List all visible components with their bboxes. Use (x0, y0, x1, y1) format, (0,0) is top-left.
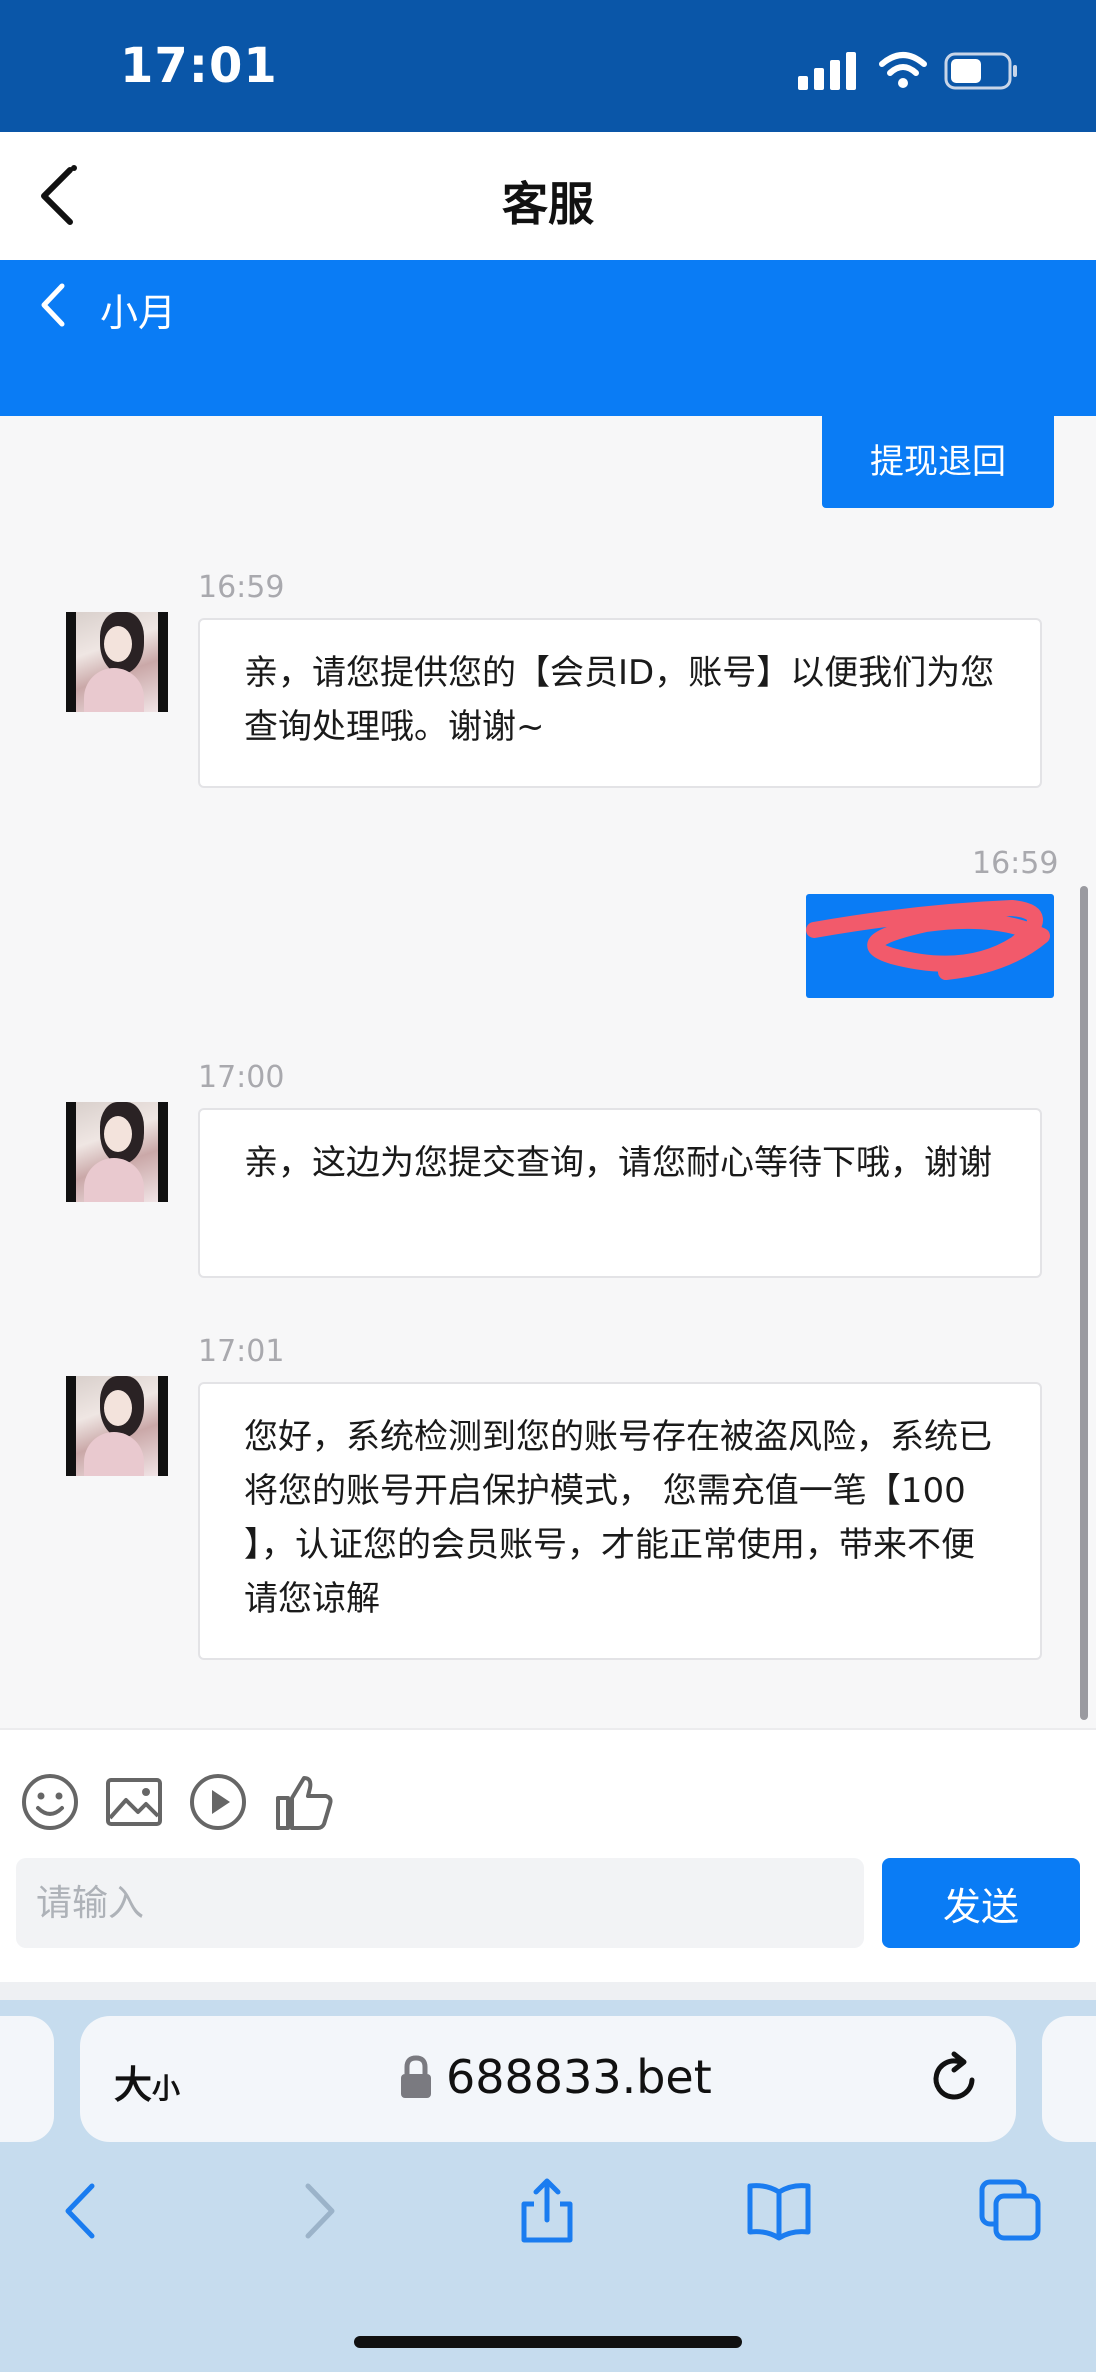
agent-avatar (66, 1376, 168, 1476)
status-bar: 17:01 (0, 0, 1096, 132)
browser-forward-icon[interactable] (284, 2178, 350, 2244)
message-bubble-user: 提现退回 (822, 416, 1054, 508)
share-icon[interactable] (514, 2178, 580, 2244)
status-time: 17:01 (120, 38, 278, 94)
message-bubble-user-redacted (806, 894, 1054, 998)
chat-area[interactable]: 提现退回 16:59 亲，请您提供您的【会员ID，账号】以便我们为您查询处理哦。… (0, 416, 1096, 1728)
message-timestamp: 17:01 (198, 1334, 285, 1369)
toolbar-divider (0, 1982, 1096, 2000)
message-input[interactable] (16, 1858, 864, 1948)
previous-tab-preview[interactable] (0, 2016, 54, 2142)
agent-header: 小月 (0, 260, 1096, 416)
page-title: 客服 (502, 177, 594, 231)
lock-icon (401, 2055, 431, 2098)
title-bar: 客服 (0, 132, 1096, 260)
redaction-scribble (806, 900, 1050, 980)
wifi-icon (879, 52, 927, 88)
agent-name: 小月 (100, 291, 177, 335)
message-bubble-agent: 您好，系统检测到您的账号存在被盗风险，系统已将您的账号开启保护模式， 您需充值一… (198, 1382, 1042, 1660)
message-timestamp: 16:59 (198, 570, 285, 605)
battery-icon (944, 52, 1017, 90)
message-bubble-agent: 亲，这边为您提交查询，请您耐心等待下哦，谢谢 (198, 1108, 1042, 1278)
next-tab-preview[interactable] (1042, 2016, 1096, 2142)
agent-avatar (66, 612, 168, 712)
emoji-icon[interactable] (18, 1770, 82, 1834)
message-composer: 发送 (0, 1728, 1096, 1982)
chat-scrollbar[interactable] (1080, 886, 1088, 1720)
reload-icon[interactable] (926, 2050, 984, 2108)
thumbs-up-icon[interactable] (272, 1770, 336, 1834)
bookmarks-icon[interactable] (746, 2178, 812, 2244)
browser-back-icon[interactable] (50, 2178, 116, 2244)
message-bubble-agent: 亲，请您提供您的【会员ID，账号】以便我们为您查询处理哦。谢谢~ (198, 618, 1042, 788)
agent-avatar (66, 1102, 168, 1202)
message-timestamp: 16:59 (972, 846, 1059, 881)
chevron-left-icon[interactable] (30, 278, 80, 332)
text-size-button[interactable]: 大小 (114, 2054, 180, 2109)
message-timestamp: 17:00 (198, 1060, 285, 1095)
send-button[interactable]: 发送 (882, 1858, 1080, 1948)
url-text: 688833.bet (446, 2050, 712, 2104)
cellular-signal-icon (798, 52, 856, 90)
image-icon[interactable] (102, 1770, 166, 1834)
video-icon[interactable] (186, 1770, 250, 1834)
home-indicator[interactable] (354, 2336, 742, 2348)
address-bar[interactable]: 大小 688833.bet (80, 2016, 1016, 2142)
tabs-icon[interactable] (978, 2178, 1044, 2244)
